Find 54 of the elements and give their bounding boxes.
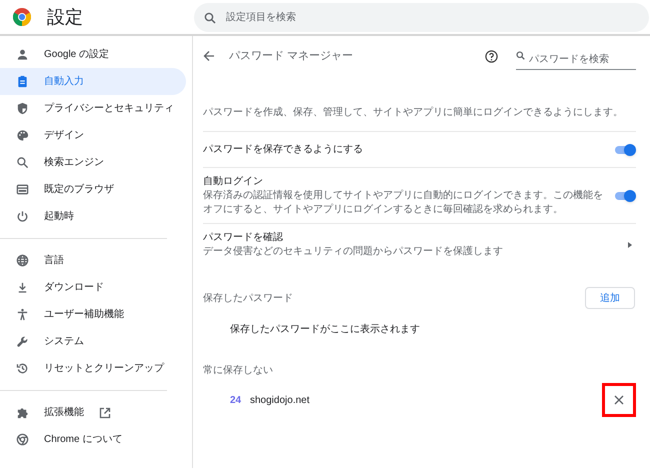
sidebar-item[interactable]: ダウンロード <box>0 274 186 301</box>
site-name: shogidojo.net <box>250 394 310 408</box>
globe-icon <box>16 254 29 267</box>
person-icon <box>16 48 29 61</box>
site-favicon: 24 <box>230 394 242 408</box>
accessibility-icon <box>16 308 29 321</box>
chrome-icon <box>16 433 29 446</box>
chrome-logo <box>13 8 31 26</box>
sidebar-item[interactable]: システム <box>0 328 186 355</box>
setting-label: パスワードを保存できるようにする <box>203 143 363 157</box>
close-icon <box>614 395 624 405</box>
power-icon <box>16 210 29 223</box>
search-icon <box>204 12 216 24</box>
page-title: パスワード マネージャー <box>229 48 354 64</box>
sidebar-item[interactable]: 拡張機能 <box>0 399 186 426</box>
toggle-switch[interactable] <box>615 190 636 202</box>
app-title: 設定 <box>47 6 83 28</box>
setting-description: データ侵害などのセキュリティの問題からパスワードを保護します <box>203 245 504 259</box>
sidebar-item[interactable]: デザイン <box>0 122 186 149</box>
browser-window-icon <box>16 183 29 196</box>
section-heading: 保存したパスワード <box>203 292 293 306</box>
chevron-right-icon[interactable] <box>628 242 632 248</box>
palette-icon <box>16 129 29 142</box>
sidebar-item[interactable]: 既定のブラウザ <box>0 176 186 203</box>
sidebar-item[interactable]: プライバシーとセキュリティ <box>0 95 186 122</box>
search-icon <box>16 156 29 169</box>
empty-message: 保存したパスワードがここに表示されます <box>230 322 420 337</box>
puzzle-icon <box>16 406 29 419</box>
download-icon <box>16 281 29 294</box>
sidebar-item[interactable]: リセットとクリーンアップ <box>0 355 186 382</box>
remove-button[interactable] <box>602 383 636 417</box>
sidebar-item[interactable]: 検索エンジン <box>0 149 186 176</box>
add-button[interactable]: 追加 <box>585 287 635 309</box>
search-icon <box>516 51 525 60</box>
setting-label: パスワードを確認 <box>203 230 283 245</box>
shield-icon <box>16 102 29 115</box>
history-icon <box>16 362 29 375</box>
clipboard-icon <box>16 75 29 88</box>
sidebar-item[interactable]: 言語 <box>0 247 186 274</box>
setting-label: 自動ログイン <box>203 175 263 189</box>
password-search-field[interactable]: パスワードを検索 <box>516 50 636 70</box>
back-arrow-icon[interactable] <box>203 50 215 62</box>
sidebar-item[interactable]: ユーザー補助機能 <box>0 301 186 328</box>
wrench-icon <box>16 335 29 348</box>
sidebar-item[interactable]: 自動入力 <box>0 68 186 95</box>
sidebar-item[interactable]: Google の設定 <box>0 41 186 68</box>
description-text: パスワードを作成、保存、管理して、サイトやアプリに簡単にログインできるようにします。 <box>203 94 636 132</box>
toggle-switch[interactable] <box>615 144 636 156</box>
help-icon[interactable] <box>485 50 498 62</box>
sidebar-item[interactable]: Chrome について <box>0 426 186 453</box>
search-field[interactable]: 設定項目を検索 <box>194 2 649 32</box>
section-heading: 常に保存しない <box>203 364 273 378</box>
sidebar-item[interactable]: 起動時 <box>0 203 186 230</box>
setting-description: 保存済みの認証情報を使用してサイトやアプリに自動的にログインできます。この機能をオフにすると、サイトやアプリにログインするときに毎回確認を求められます。 <box>203 189 603 217</box>
